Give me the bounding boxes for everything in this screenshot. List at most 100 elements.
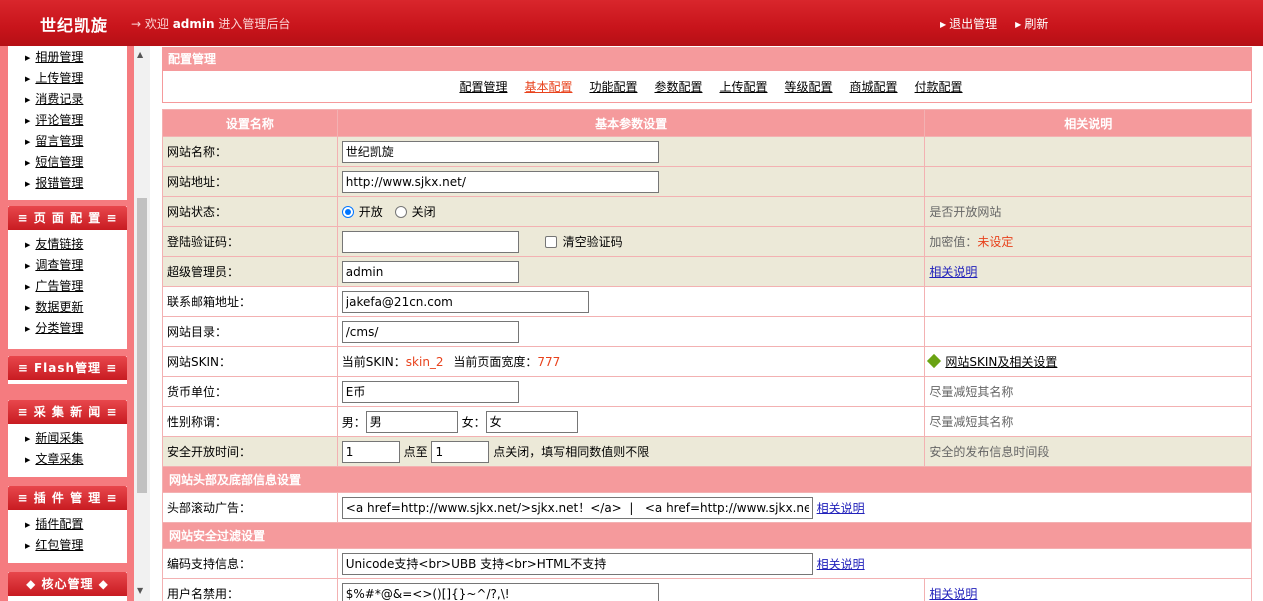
sidebar-scrollbar[interactable]: ▲ ▼ <box>134 46 150 601</box>
site-dir-input[interactable] <box>341 320 519 343</box>
row-label: 登陆验证码： <box>162 226 338 257</box>
sidebar-item-label[interactable]: 文章采集 <box>35 452 83 466</box>
sidebar-item-label[interactable]: 报错管理 <box>35 176 83 190</box>
sidebar-item[interactable]: ▶ 评论管理 <box>25 110 127 131</box>
skin-label: 当前SKIN： <box>341 355 406 369</box>
row-label: 联系邮箱地址： <box>162 286 338 317</box>
sidebar-menu: ▶ 新闻采集 ▶ 文章采集 <box>8 424 127 473</box>
logout-label: 退出管理 <box>949 17 998 31</box>
sidebar-item[interactable]: ▶ 友情链接 <box>25 234 127 255</box>
tab-function-config[interactable]: 功能配置 <box>589 78 637 95</box>
sidebar-item[interactable]: ▶ 插件配置 <box>25 514 127 535</box>
sidebar-item[interactable]: ▶ 新闻采集 <box>25 428 127 449</box>
sidebar-item-label[interactable]: 友情链接 <box>35 237 83 251</box>
sidebar-item[interactable]: ▶ 调查管理 <box>25 255 127 276</box>
sidebar-item[interactable]: ▶ 相册管理 <box>25 47 127 68</box>
sidebar-item[interactable]: ▶ 文章采集 <box>25 449 127 470</box>
top-links: ▶ 退出管理 ▶ 刷新 <box>940 15 1048 32</box>
sidebar-item[interactable]: ▶ 数据更新 <box>25 297 127 318</box>
tab-param-config[interactable]: 参数配置 <box>654 78 702 95</box>
tab-basic-config[interactable]: 基本配置 <box>524 78 572 95</box>
site-name-input[interactable] <box>341 140 659 163</box>
help-link[interactable]: 相关说明 <box>817 557 865 571</box>
banned-names-input[interactable] <box>341 582 659 601</box>
sidebar-item-label[interactable]: 评论管理 <box>35 113 83 127</box>
site-url-input[interactable] <box>341 170 659 193</box>
sidebar-group-collect: ≡ 采 集 新 闻 ≡ ▶ 新闻采集 ▶ 文章采集 <box>8 400 127 477</box>
open-to-input[interactable] <box>431 440 490 463</box>
sidebar-item-label[interactable]: 广告管理 <box>35 279 83 293</box>
encoding-info-input[interactable] <box>341 552 813 575</box>
column-header: 基本参数设置 <box>336 109 926 137</box>
super-admin-input[interactable] <box>341 260 519 283</box>
female-label: 女： <box>461 415 486 429</box>
tab-config-manage[interactable]: 配置管理 <box>459 78 507 95</box>
sidebar-item-label[interactable]: 短信管理 <box>35 155 83 169</box>
column-header: 设置名称 <box>162 109 338 137</box>
arrow-right-icon: ▶ <box>25 117 31 125</box>
tab-level-config[interactable]: 等级配置 <box>785 78 833 95</box>
table-header-row: 设置名称 基本参数设置 相关说明 <box>162 109 1252 137</box>
sidebar-item-label[interactable]: 新闻采集 <box>35 431 83 445</box>
scrollbar-thumb[interactable] <box>137 198 147 493</box>
login-code-input[interactable] <box>341 230 519 253</box>
male-title-input[interactable] <box>365 410 458 433</box>
logout-link[interactable]: ▶ 退出管理 <box>940 15 997 32</box>
open-from-input[interactable] <box>341 440 400 463</box>
sidebar-item-label[interactable]: 插件配置 <box>35 517 83 531</box>
tab-upload-config[interactable]: 上传配置 <box>720 78 768 95</box>
config-table: 设置名称 基本参数设置 相关说明 网站名称： 网站地址： 网站状态： 开放 关闭… <box>162 109 1253 601</box>
sidebar-item[interactable]: ▶ 分类管理 <box>25 318 127 339</box>
sidebar-item[interactable]: ▶ 上传管理 <box>25 68 127 89</box>
top-bar: 世纪凯旋 → 欢迎 admin 进入管理后台 ▶ 退出管理 ▶ 刷新 <box>0 0 1263 46</box>
config-tabs: 配置管理 基本配置 功能配置 参数配置 上传配置 等级配置 商城配置 付款配置 <box>162 71 1252 103</box>
help-link[interactable]: 相关说明 <box>817 501 865 515</box>
sidebar-item[interactable]: ▶ 红包管理 <box>25 535 127 556</box>
section-heading: 网站头部及底部信息设置 <box>162 466 1252 493</box>
sidebar-item-label[interactable]: 相册管理 <box>35 50 83 64</box>
sidebar-item-label[interactable]: 留言管理 <box>35 134 83 148</box>
sidebar-group-flash: ≡ Flash管理 ≡ <box>8 356 127 384</box>
table-row: 联系邮箱地址： <box>162 286 1252 317</box>
status-open-radio[interactable] <box>341 206 354 218</box>
sidebar-group-title[interactable]: ≡ 页 面 配 置 ≡ <box>8 206 127 230</box>
sidebar-item[interactable]: ▶ 报错管理 <box>25 173 127 194</box>
email-input[interactable] <box>341 290 589 313</box>
page-width-label: 当前页面宽度： <box>453 355 538 369</box>
sidebar-item[interactable]: ▶ 广告管理 <box>25 276 127 297</box>
sidebar-item-label[interactable]: 红包管理 <box>35 538 83 552</box>
logo: 世纪凯旋 <box>40 16 109 35</box>
sidebar-group-title[interactable]: ≡ Flash管理 ≡ <box>8 356 127 380</box>
status-closed-radio[interactable] <box>394 206 407 218</box>
sidebar-item-label[interactable]: 分类管理 <box>35 321 83 335</box>
sidebar-item-label[interactable]: 数据更新 <box>35 300 83 314</box>
scroll-down-icon[interactable]: ▼ <box>137 586 143 595</box>
arrow-right-icon: ▶ <box>25 159 31 167</box>
sidebar: ▶ 相册管理 ▶ 上传管理 ▶ 消费记录 ▶ 评论管理 ▶ 留言管理 ▶ 短信管理 ▶ 报错管… <box>0 46 150 601</box>
help-link[interactable]: 相关说明 <box>929 587 977 601</box>
sidebar-item-label[interactable]: 调查管理 <box>35 258 83 272</box>
ticker-ad-input[interactable] <box>341 496 813 519</box>
sidebar-item[interactable]: ▶ 留言管理 <box>25 131 127 152</box>
currency-input[interactable] <box>341 380 519 403</box>
tab-shop-config[interactable]: 商城配置 <box>850 78 898 95</box>
row-note: 安全的发布信息时间段 <box>924 436 1252 467</box>
clear-code-checkbox[interactable] <box>544 235 557 248</box>
sidebar-group-title[interactable]: ≡ 采 集 新 闻 ≡ <box>8 400 127 424</box>
sidebar-item[interactable]: ▶ 消费记录 <box>25 89 127 110</box>
female-title-input[interactable] <box>485 410 578 433</box>
tab-payment-config[interactable]: 付款配置 <box>915 78 963 95</box>
radio-label: 关闭 <box>411 205 436 219</box>
skin-settings-link[interactable]: 网站SKIN及相关设置 <box>945 355 1057 369</box>
sidebar-group-title[interactable]: ≡ 插 件 管 理 ≡ <box>8 486 127 510</box>
sidebar-group-title[interactable]: ◆ 核心管理 ◆ <box>8 572 127 596</box>
arrow-right-icon: ▶ <box>1015 20 1022 29</box>
scroll-up-icon[interactable]: ▲ <box>137 50 143 59</box>
sidebar-item-label[interactable]: 消费记录 <box>35 92 83 106</box>
welcome-text: → 欢迎 admin 进入管理后台 <box>131 15 290 32</box>
sidebar-menu: ▶ 插件配置 ▶ 红包管理 <box>8 510 127 559</box>
help-link[interactable]: 相关说明 <box>929 265 977 279</box>
sidebar-item-label[interactable]: 上传管理 <box>35 71 83 85</box>
sidebar-item[interactable]: ▶ 短信管理 <box>25 152 127 173</box>
refresh-link[interactable]: ▶ 刷新 <box>1015 15 1048 32</box>
